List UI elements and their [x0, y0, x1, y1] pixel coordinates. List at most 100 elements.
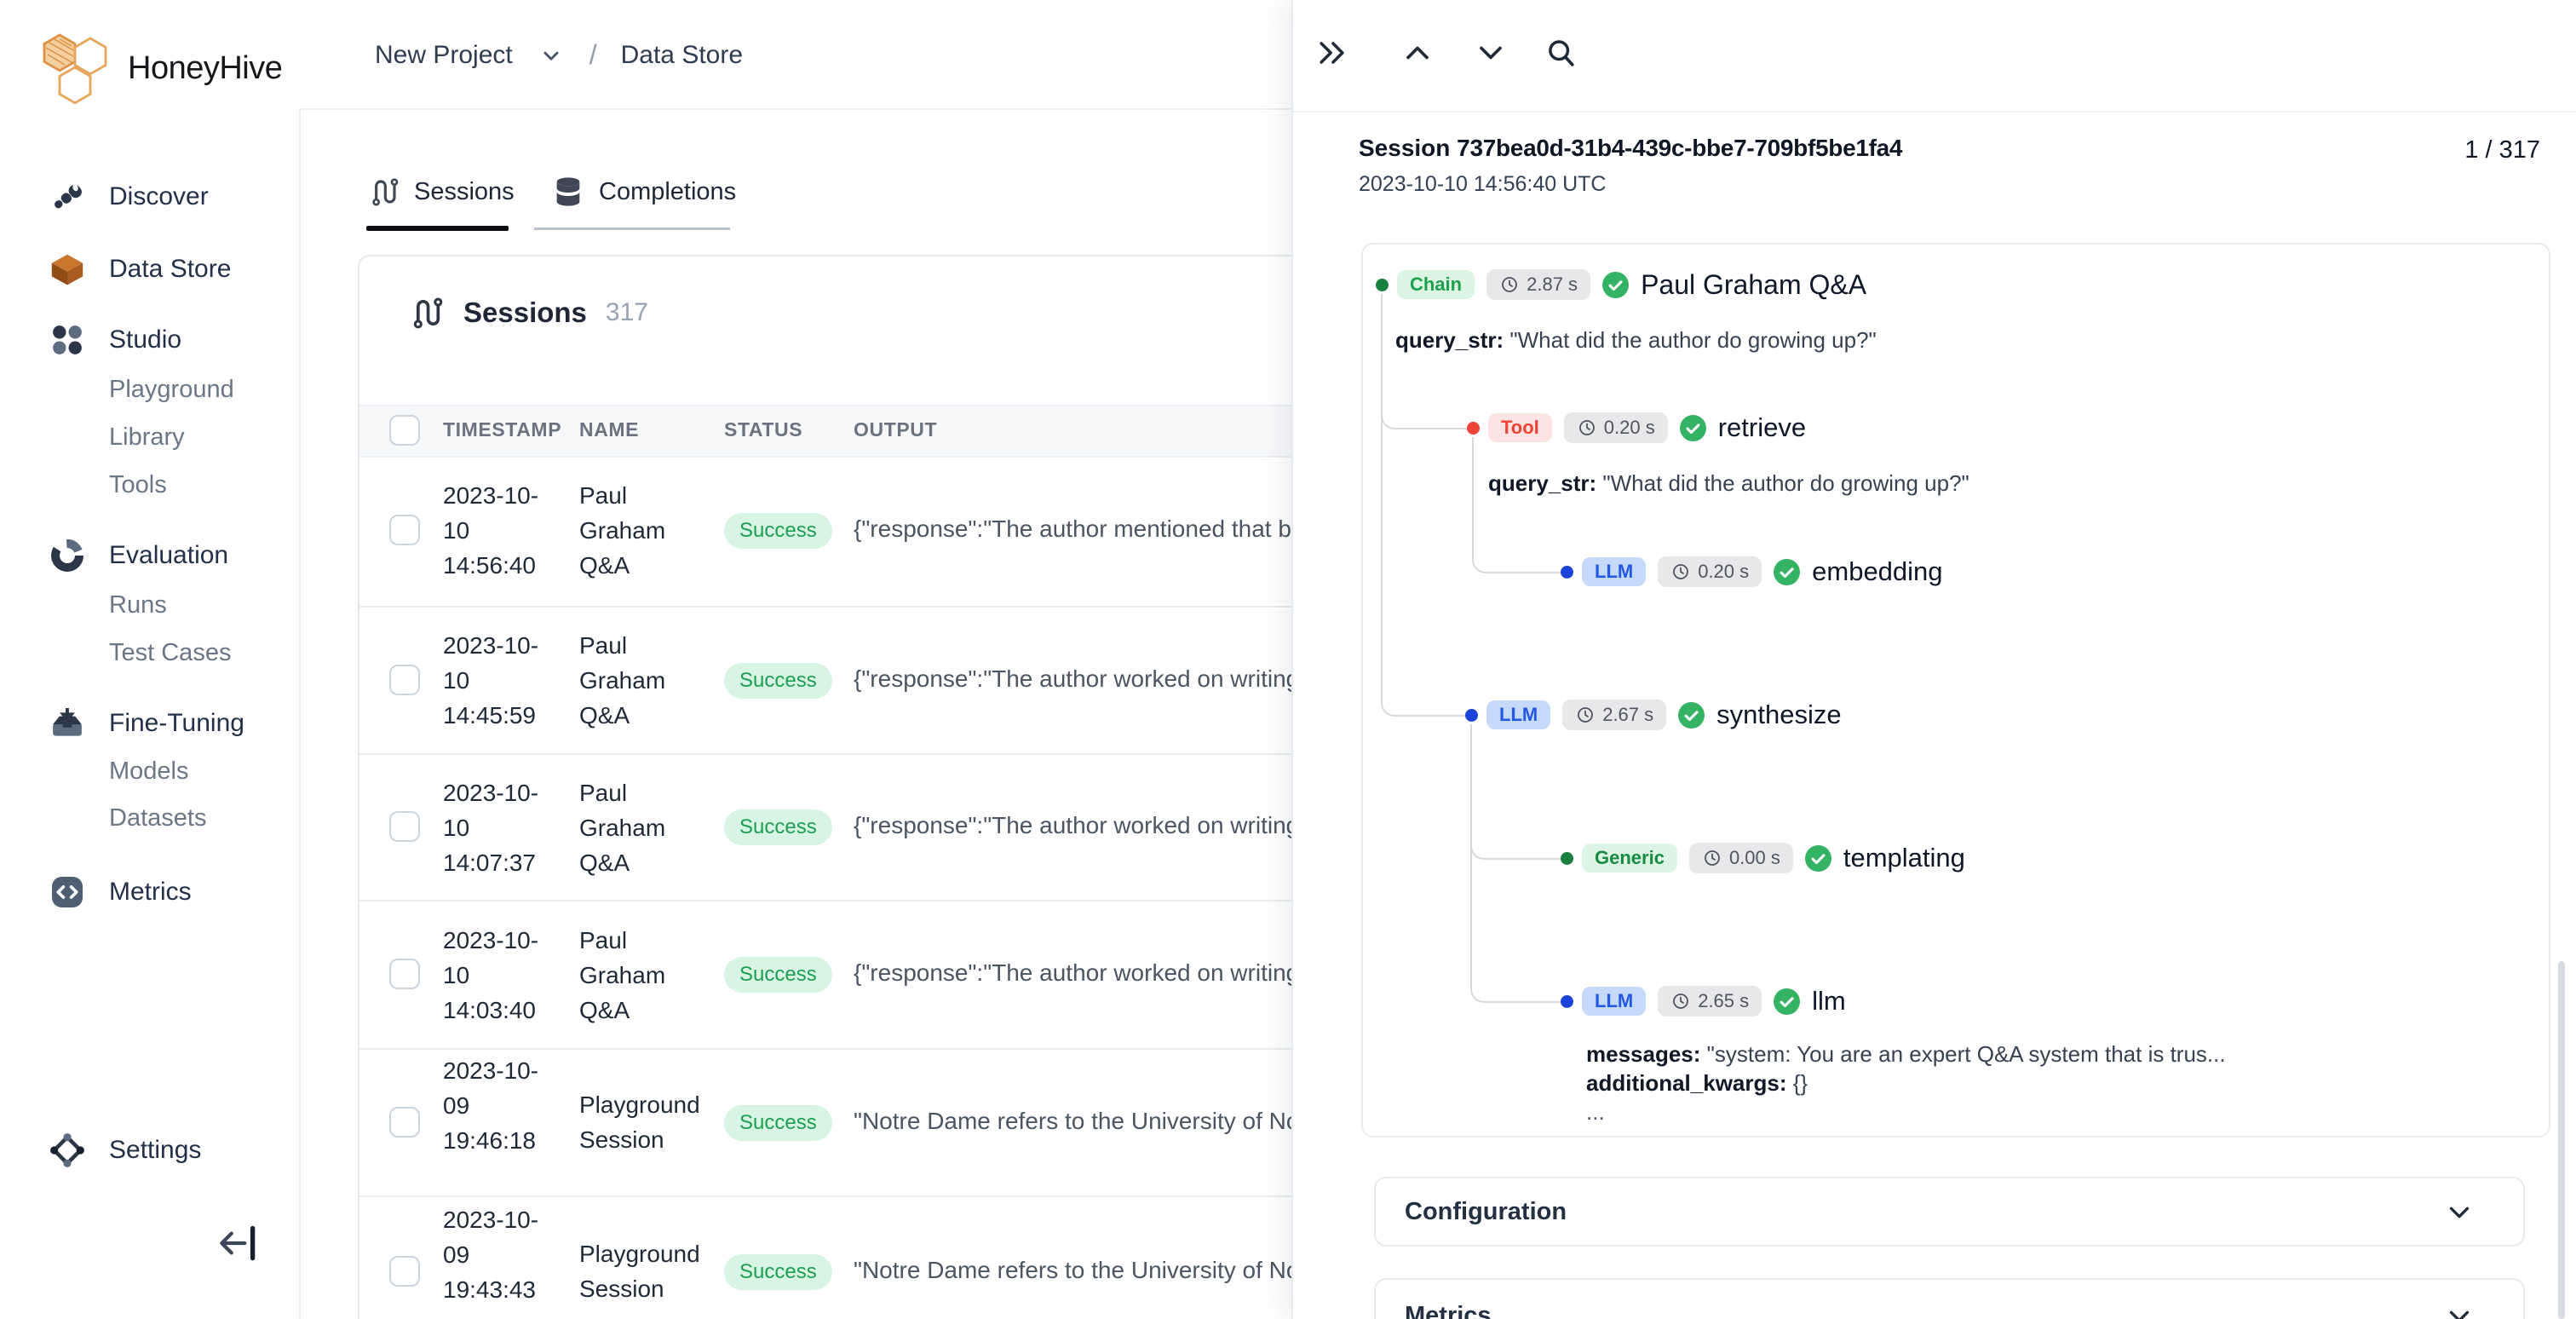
- trace-node-retrieve[interactable]: Tool 0.20 s retrieve: [1488, 408, 1806, 447]
- column-name[interactable]: NAME: [579, 418, 639, 441]
- row-checkbox[interactable]: [389, 959, 420, 989]
- sidebar-item-evaluation[interactable]: Evaluation: [0, 529, 299, 582]
- configuration-section[interactable]: Configuration: [1374, 1177, 2525, 1247]
- node-title: Paul Graham Q&A: [1641, 269, 1866, 301]
- donut-chart-icon: [48, 536, 87, 575]
- session-pagination: 1 / 317: [2464, 136, 2540, 164]
- sidebar-label-tools: Tools: [109, 471, 167, 499]
- node-dot-tool: [1467, 422, 1480, 435]
- row-checkbox[interactable]: [389, 811, 420, 842]
- code-brackets-icon: [48, 873, 87, 912]
- sidebar-item-playground[interactable]: Playground: [0, 363, 299, 416]
- sidebar-item-library[interactable]: Library: [0, 411, 299, 464]
- success-check-icon: [1602, 272, 1629, 298]
- trace-icon: [366, 175, 400, 209]
- trace-node-templating[interactable]: Generic 0.00 s templating: [1582, 838, 1965, 878]
- sidebar-item-tools[interactable]: Tools: [0, 458, 299, 511]
- chevron-down-icon[interactable]: [537, 41, 566, 70]
- active-tab-indicator: [366, 226, 509, 231]
- column-output[interactable]: OUTPUT: [854, 418, 937, 441]
- sidebar-item-fine-tuning[interactable]: Fine-Tuning: [0, 697, 299, 750]
- sidebar-label-data-store: Data Store: [109, 255, 231, 284]
- cube-icon: [48, 250, 87, 289]
- node-kv: query_str: "What did the author do growi…: [1395, 325, 1877, 354]
- status-badge: Success: [724, 1105, 832, 1141]
- double-chevron-right-icon: [1314, 34, 1351, 72]
- status-badge: Success: [724, 1254, 832, 1290]
- success-check-icon: [1678, 702, 1705, 729]
- connector-chain-synthesize: [1381, 294, 1467, 717]
- status-badge: Success: [724, 809, 832, 845]
- previous-session-button[interactable]: [1397, 32, 1438, 73]
- sidebar-item-settings[interactable]: Settings: [0, 1124, 299, 1177]
- breadcrumb-page: Data Store: [621, 41, 743, 70]
- row-checkbox[interactable]: [389, 665, 420, 695]
- trace-node-chain[interactable]: Chain 2.87 s Paul Graham Q&A: [1397, 265, 1866, 304]
- trace-node-synthesize[interactable]: LLM 2.67 s synthesize: [1486, 695, 1842, 734]
- success-check-icon: [1774, 559, 1800, 585]
- column-status[interactable]: STATUS: [724, 418, 802, 441]
- sessions-card-header: Sessions 317: [407, 294, 648, 331]
- sidebar-label-library: Library: [109, 423, 185, 452]
- next-session-button[interactable]: [1470, 32, 1511, 73]
- trace-node-llm[interactable]: LLM 2.65 s llm: [1582, 982, 1846, 1021]
- panel-scrollbar[interactable]: [2558, 961, 2565, 1319]
- sidebar-item-discover[interactable]: Discover: [0, 170, 299, 223]
- tab-completions[interactable]: Completions: [551, 175, 736, 209]
- chevron-down-icon[interactable]: [2443, 1300, 2475, 1319]
- sidebar-item-datasets[interactable]: Datasets: [0, 792, 299, 844]
- sidebar-collapse-button[interactable]: [213, 1218, 262, 1268]
- connector-retrieve-embedding: [1472, 437, 1562, 573]
- node-type-badge: Chain: [1397, 270, 1475, 299]
- dots-grid-icon: [48, 320, 87, 360]
- row-checkbox[interactable]: [389, 1107, 420, 1138]
- sidebar-item-data-store[interactable]: Data Store: [0, 243, 299, 296]
- search-button[interactable]: [1540, 32, 1581, 73]
- row-timestamp: 2023-10- 10 14:03:40: [443, 923, 571, 1028]
- node-duration-badge: 0.20 s: [1564, 412, 1668, 443]
- breadcrumb: New Project / Data Store: [375, 39, 743, 71]
- session-title: Session 737bea0d-31b4-439c-bbe7-709bf5be…: [1359, 135, 1902, 162]
- sidebar-item-test-cases[interactable]: Test Cases: [0, 626, 299, 679]
- success-check-icon: [1805, 845, 1831, 872]
- row-checkbox[interactable]: [389, 515, 420, 545]
- tab-sessions-label: Sessions: [414, 178, 515, 206]
- column-timestamp[interactable]: TIMESTAMP: [443, 418, 561, 441]
- breadcrumb-project-dropdown[interactable]: New Project: [375, 41, 513, 70]
- node-title: synthesize: [1716, 700, 1841, 730]
- select-all-checkbox[interactable]: [389, 415, 420, 446]
- sidebar-item-models[interactable]: Models: [0, 745, 299, 798]
- trace-node-embedding[interactable]: LLM 0.20 s embedding: [1582, 552, 1943, 591]
- sidebar-item-runs[interactable]: Runs: [0, 579, 299, 631]
- clock-icon: [1670, 562, 1691, 582]
- status-badge: Success: [724, 957, 832, 993]
- collapse-panel-button[interactable]: [1312, 32, 1353, 73]
- node-type-badge: LLM: [1582, 987, 1646, 1016]
- tab-sessions[interactable]: Sessions: [366, 175, 515, 209]
- row-name: Playground Session: [579, 1087, 716, 1157]
- row-timestamp: 2023-10- 09 19:46:18: [443, 1053, 571, 1158]
- brand-logo[interactable]: HoneyHive: [37, 26, 282, 111]
- node-type-badge: LLM: [1486, 700, 1550, 729]
- sidebar-item-metrics[interactable]: Metrics: [0, 866, 299, 919]
- node-title: retrieve: [1718, 412, 1806, 443]
- success-check-icon: [1680, 415, 1706, 441]
- node-dot-generic: [1561, 852, 1573, 865]
- node-title: embedding: [1812, 556, 1942, 587]
- brand-name: HoneyHive: [128, 50, 282, 87]
- metrics-section[interactable]: Metrics: [1374, 1278, 2525, 1319]
- status-badge: Success: [724, 513, 832, 549]
- sidebar-label-fine-tuning: Fine-Tuning: [109, 709, 244, 738]
- row-timestamp: 2023-10- 10 14:45:59: [443, 628, 571, 733]
- row-timestamp: 2023-10- 09 19:43:43: [443, 1202, 571, 1307]
- row-name: Paul Graham Q&A: [579, 923, 716, 1028]
- sessions-count: 317: [606, 298, 648, 327]
- status-badge: Success: [724, 663, 832, 699]
- chevron-down-icon[interactable]: [2443, 1196, 2475, 1233]
- session-id: 737bea0d-31b4-439c-bbe7-709bf5be1fa4: [1457, 135, 1902, 161]
- sidebar-item-studio[interactable]: Studio: [0, 314, 299, 366]
- telescope-icon: [48, 177, 87, 216]
- row-checkbox[interactable]: [389, 1256, 420, 1287]
- sidebar: HoneyHive Discover Data S: [0, 0, 301, 1319]
- clock-icon: [1577, 418, 1597, 438]
